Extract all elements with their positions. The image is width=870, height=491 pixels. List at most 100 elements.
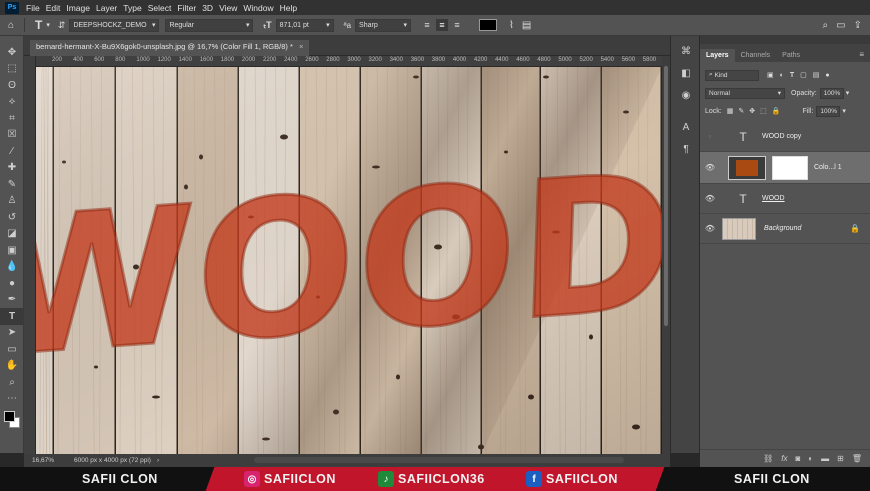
vertical-scrollbar[interactable] [662,56,670,454]
align-right-button[interactable]: ≡ [451,19,463,31]
layer-name[interactable]: WOOD [762,195,785,202]
lock-paint-icon[interactable]: ✎ [738,107,744,115]
more-tools-icon[interactable]: ⋯ [0,391,24,408]
lock-all-icon[interactable]: 🔒 [772,107,781,115]
path-select-tool-icon[interactable]: ➤ [0,325,24,342]
chevron-down-icon[interactable]: ▾ [846,89,850,97]
align-left-button[interactable]: ≡ [421,19,433,31]
tab-paths[interactable]: Paths [776,49,806,62]
layer-name[interactable]: Background [764,225,801,232]
visibility-off-icon[interactable]: ▫ [700,132,720,141]
menu-3d[interactable]: 3D [199,3,216,13]
new-layer-icon[interactable]: ⊞ [837,454,844,463]
filter-adjustment-icon[interactable]: ◐ [780,72,784,79]
adjustments-panel-icon[interactable]: ◉ [671,84,701,106]
adjustment-layer-icon[interactable]: ◐ [808,454,813,463]
delete-layer-icon[interactable]: 🗑 [852,454,862,463]
menu-window[interactable]: Window [240,3,276,13]
fill-input[interactable]: 100% [816,105,841,117]
type-tool-icon[interactable]: T [0,308,24,325]
opacity-input[interactable]: 100% [819,87,844,99]
gradient-tool-icon[interactable]: ▣ [0,242,24,259]
chevron-down-icon[interactable]: ▾ [842,107,846,115]
layer-color-fill[interactable]: 👁 Colo...l 1 [700,152,870,184]
menu-filter[interactable]: Filter [174,3,199,13]
panel-menu-icon[interactable]: ≡ [853,47,870,62]
search-icon[interactable]: ⌕ [823,20,829,31]
move-tool-icon[interactable]: ✥ [0,44,24,61]
layer-mask-thumbnail[interactable] [772,155,808,180]
paragraph-panel-icon[interactable]: ¶ [671,138,701,160]
eye-icon[interactable]: 👁 [700,163,720,172]
menu-help[interactable]: Help [277,3,300,13]
tab-channels[interactable]: Channels [735,49,777,62]
filter-pixel-icon[interactable]: ▣ [767,71,774,79]
text-color-swatch[interactable] [479,19,498,31]
layer-style-icon[interactable]: fx [781,454,787,463]
font-size-select[interactable]: 871,01 pt ▾ [275,18,334,32]
lock-position-icon[interactable]: ✥ [749,107,755,115]
stamp-tool-icon[interactable]: ♙ [0,193,24,210]
scrollbar-thumb[interactable] [664,66,668,326]
crop-tool-icon[interactable]: ⌗ [0,110,24,127]
history-brush-tool-icon[interactable]: ↺ [0,209,24,226]
warp-text-icon[interactable]: ⌇ [509,20,514,31]
color-swatches[interactable] [0,411,23,433]
history-panel-icon[interactable]: ⌘ [671,40,701,62]
document-tab[interactable]: bernard-hermant-X-Bu9X6gok0-unsplash.jpg… [30,40,310,56]
document-canvas[interactable]: WOOD [36,67,662,454]
brush-tool-icon[interactable]: ✎ [0,176,24,193]
font-family-select[interactable]: DEEPSHOCKZ_DEMO ▾ [69,18,160,32]
filter-toggle-icon[interactable]: ● [825,72,829,79]
eye-icon[interactable]: 👁 [700,224,720,233]
zoom-tool-icon[interactable]: ⌕ [0,374,24,391]
lasso-tool-icon[interactable]: ʘ [0,77,24,94]
chevron-down-icon[interactable]: ▾ [46,21,50,29]
status-arrow-icon[interactable]: › [157,457,159,464]
menu-type[interactable]: Type [120,3,144,13]
horizontal-scrollbar[interactable] [254,457,624,463]
antialias-select[interactable]: Sharp ▾ [355,18,412,32]
menu-file[interactable]: File [23,3,43,13]
menu-image[interactable]: Image [63,3,93,13]
menu-view[interactable]: View [216,3,240,13]
share-icon[interactable]: ⇪ [854,20,862,31]
align-center-button[interactable]: ≡ [436,19,449,31]
filter-smart-object-icon[interactable]: ▤ [813,71,820,79]
blur-tool-icon[interactable]: 💧 [0,259,24,276]
layer-name[interactable]: Colo...l 1 [814,164,842,171]
foreground-color-swatch[interactable] [4,411,15,422]
properties-panel-icon[interactable]: ◧ [671,62,701,84]
layer-wood-text[interactable]: 👁 T WOOD [700,184,870,214]
character-panel-icon[interactable]: ▤ [522,20,531,31]
marquee-tool-icon[interactable]: ⬚ [0,61,24,78]
quick-select-tool-icon[interactable]: ⟡ [0,94,24,111]
zoom-level[interactable]: 16,67% [32,457,64,464]
eye-icon[interactable]: 👁 [700,194,720,203]
add-mask-icon[interactable]: ◙ [795,454,800,463]
frame-tool-icon[interactable]: ☒ [0,127,24,144]
lock-artboard-icon[interactable]: ⬚ [760,107,767,115]
menu-edit[interactable]: Edit [43,3,64,13]
home-icon[interactable]: ⌂ [8,20,14,31]
text-orientation-icon[interactable]: ⇵ [58,20,66,31]
character-panel-icon[interactable]: A [671,116,701,138]
workspace-icon[interactable]: ▭ [836,20,845,31]
fill-layer-thumbnail[interactable] [728,155,766,180]
layer-name[interactable]: WOOD copy [762,133,801,140]
hand-tool-icon[interactable]: ✋ [0,358,24,375]
eraser-tool-icon[interactable]: ◪ [0,226,24,243]
shape-tool-icon[interactable]: ▭ [0,341,24,358]
menu-select[interactable]: Select [145,3,175,13]
pen-tool-icon[interactable]: ✒ [0,292,24,309]
tab-layers[interactable]: Layers [700,49,735,62]
kind-filter-select[interactable]: ⌕ Kind [705,69,759,81]
eyedropper-tool-icon[interactable]: ⁄ [0,143,24,160]
blend-mode-select[interactable]: Normal ▾ [705,87,785,99]
font-style-select[interactable]: Regular ▾ [165,18,254,32]
lock-transparent-icon[interactable]: ▦ [727,107,734,115]
filter-shape-icon[interactable]: ▢ [800,71,807,79]
menu-layer[interactable]: Layer [93,3,120,13]
close-icon[interactable]: × [299,42,303,51]
new-group-icon[interactable]: ▬ [821,454,829,463]
